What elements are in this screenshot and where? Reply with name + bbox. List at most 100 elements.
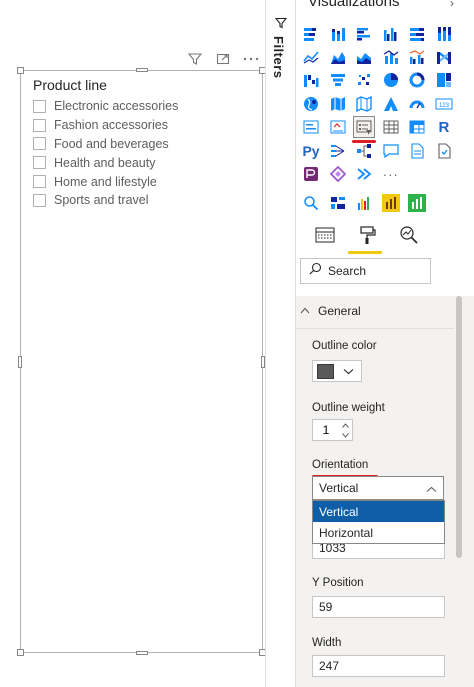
pie-icon[interactable] (380, 69, 402, 91)
area-chart-icon[interactable] (327, 46, 349, 68)
orientation-select[interactable]: Vertical (312, 476, 444, 500)
orientation-option-horizontal[interactable]: Horizontal (313, 522, 444, 543)
table-icon[interactable] (380, 116, 402, 138)
visual-header (186, 50, 260, 68)
more-options-icon[interactable] (242, 50, 260, 68)
key-influencers-icon[interactable] (327, 140, 349, 162)
custom-visual-a-icon[interactable] (327, 192, 349, 214)
gauge-icon[interactable] (406, 93, 428, 115)
azure-map-icon[interactable] (380, 93, 402, 115)
donut-icon[interactable] (406, 69, 428, 91)
filter-icon[interactable] (186, 50, 204, 68)
card-icon[interactable]: 123 (433, 93, 455, 115)
slicer-item-home-and-lifestyle[interactable]: Home and lifestyle (33, 172, 178, 191)
paginated-report-icon[interactable] (433, 140, 455, 162)
orientation-selected-value: Vertical (319, 481, 359, 495)
product-line-slicer[interactable]: Product line Electronic accessories Fash… (17, 67, 266, 656)
stepper-up-icon[interactable] (339, 420, 351, 430)
power-automate-icon[interactable] (327, 163, 349, 185)
report-canvas[interactable]: Product line Electronic accessories Fash… (0, 0, 266, 687)
map-icon[interactable] (300, 93, 322, 115)
outline-color-picker[interactable] (312, 360, 362, 382)
ribbon-chart-icon[interactable] (433, 46, 455, 68)
scrollbar-thumb[interactable] (456, 296, 462, 558)
slicer-item-food-and-beverages[interactable]: Food and beverages (33, 135, 178, 154)
fields-tab-icon[interactable] (314, 224, 336, 246)
checkbox[interactable] (33, 137, 46, 151)
slicer-item-electronic-accessories[interactable]: Electronic accessories (33, 97, 178, 116)
orientation-option-vertical[interactable]: Vertical (313, 501, 444, 522)
clustered-bar-icon[interactable] (353, 23, 375, 45)
chevron-down-icon (343, 362, 354, 380)
slicer-item-health-and-beauty[interactable]: Health and beauty (33, 153, 178, 172)
r-visual-icon[interactable]: R (433, 116, 455, 138)
multi-row-card-icon[interactable] (300, 116, 322, 138)
analytics-tab-icon[interactable] (398, 224, 420, 246)
format-tab-icon[interactable] (356, 224, 378, 246)
focus-mode-icon[interactable] (214, 50, 232, 68)
power-apps-icon[interactable] (300, 163, 322, 185)
outline-weight-input[interactable] (313, 423, 339, 437)
pane-tabs (314, 224, 420, 246)
line-column-icon[interactable] (380, 46, 402, 68)
qa-icon[interactable] (380, 140, 402, 162)
smart-narrative-icon[interactable] (406, 140, 428, 162)
resize-handle-bottom-left[interactable] (17, 649, 24, 656)
visual-types-gallery: 123 R Py ··· (296, 22, 474, 186)
shape-map-icon[interactable] (353, 93, 375, 115)
filters-pane-collapsed[interactable]: Filters (265, 0, 296, 687)
active-tab-indicator (348, 251, 382, 254)
slicer-item-label: Home and lifestyle (54, 174, 157, 189)
100-stacked-column-icon[interactable] (433, 23, 455, 45)
100-stacked-bar-icon[interactable] (406, 23, 428, 45)
checkbox[interactable] (33, 99, 46, 113)
line-chart-icon[interactable] (300, 46, 322, 68)
funnel-icon[interactable] (327, 69, 349, 91)
general-section-header[interactable]: General (300, 304, 361, 318)
python-visual-icon[interactable]: Py (300, 140, 322, 162)
waterfall-icon[interactable] (300, 69, 322, 91)
width-input[interactable] (312, 655, 445, 677)
slicer-item-list: Electronic accessories Fashion accessori… (33, 97, 178, 210)
stepper-down-icon[interactable] (339, 430, 351, 440)
checkbox[interactable] (33, 175, 46, 189)
slicer-title: Product line (33, 77, 107, 93)
checkbox[interactable] (33, 156, 46, 170)
custom-search-icon[interactable] (300, 192, 322, 214)
format-search-box[interactable] (300, 258, 431, 284)
more-visuals-glyph: ··· (382, 166, 399, 182)
slicer-item-fashion-accessories[interactable]: Fashion accessories (33, 116, 178, 135)
custom-visual-c-icon[interactable] (380, 192, 402, 214)
custom-visual-b-icon[interactable] (353, 192, 375, 214)
stacked-bar-icon[interactable] (300, 23, 322, 45)
slicer-item-sports-and-travel[interactable]: Sports and travel (33, 191, 178, 210)
chevron-right-icon[interactable]: › (450, 0, 454, 10)
resize-handle-top[interactable] (136, 68, 148, 72)
resize-handle-left[interactable] (18, 356, 22, 368)
y-position-input[interactable] (312, 596, 445, 618)
visualizations-pane: Visualizations › 123 R Py ··· Search Gen… (296, 0, 474, 687)
more-visuals-icon[interactable]: ··· (380, 163, 402, 185)
line-clustered-column-icon[interactable] (406, 46, 428, 68)
search-input[interactable] (328, 264, 418, 278)
arcgis-icon[interactable] (353, 163, 375, 185)
card-icon-label: 123 (439, 103, 450, 109)
checkbox[interactable] (33, 193, 46, 207)
resize-handle-top-left[interactable] (17, 67, 24, 74)
stacked-area-icon[interactable] (353, 46, 375, 68)
stacked-column-icon[interactable] (327, 23, 349, 45)
matrix-icon[interactable] (406, 116, 428, 138)
kpi-icon[interactable] (327, 116, 349, 138)
r-glyph: R (438, 118, 450, 136)
scatter-icon[interactable] (353, 69, 375, 91)
slicer-highlight-underline (352, 140, 376, 143)
slicer-icon[interactable] (353, 116, 376, 139)
treemap-icon[interactable] (433, 69, 455, 91)
clustered-column-icon[interactable] (380, 23, 402, 45)
checkbox[interactable] (33, 118, 46, 132)
filled-map-icon[interactable] (327, 93, 349, 115)
color-swatch (317, 363, 334, 379)
resize-handle-bottom[interactable] (136, 651, 148, 655)
outline-weight-stepper[interactable] (312, 419, 353, 441)
custom-visual-d-icon[interactable] (406, 192, 428, 214)
